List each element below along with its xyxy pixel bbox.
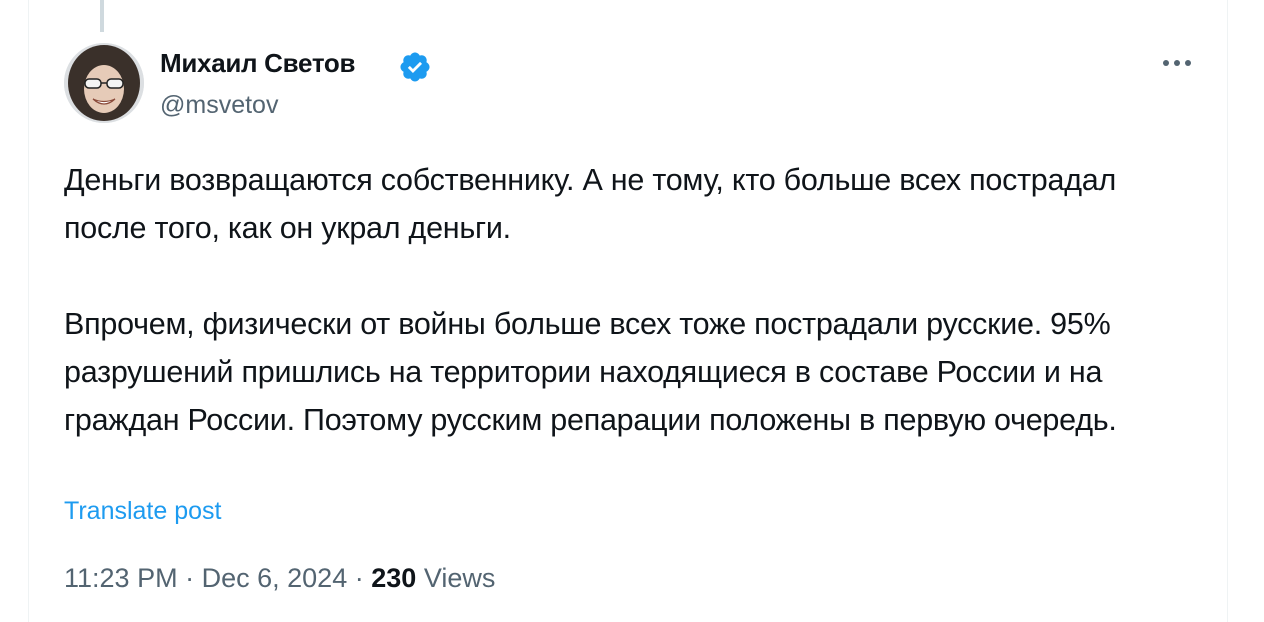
meta-separator: · [354,563,364,593]
avatar-image [64,43,144,123]
views-label: Views [423,563,496,593]
post-metadata: 11:23 PM · Dec 6, 2024 · 230 Views [64,563,495,594]
views-count[interactable]: 230 [371,563,416,593]
post-time[interactable]: 11:23 PM [64,563,178,593]
verified-badge-icon[interactable] [398,50,432,84]
author-avatar[interactable] [64,43,144,123]
author-handle[interactable]: @msvetov [160,91,278,120]
post-paragraph: Деньги возвращаются собственнику. А не т… [64,163,1117,245]
post-paragraph: Впрочем, физически от войны больше всех … [64,307,1117,437]
author-name[interactable]: Михаил Светов [160,48,355,79]
meta-separator: · [185,563,195,593]
post-date[interactable]: Dec 6, 2024 [202,563,348,593]
thread-connector-line [100,0,104,32]
post-text: Деньги возвращаются собственнику. А не т… [64,156,1204,444]
translate-post-link[interactable]: Translate post [64,497,221,526]
more-options-icon[interactable] [1160,55,1194,71]
